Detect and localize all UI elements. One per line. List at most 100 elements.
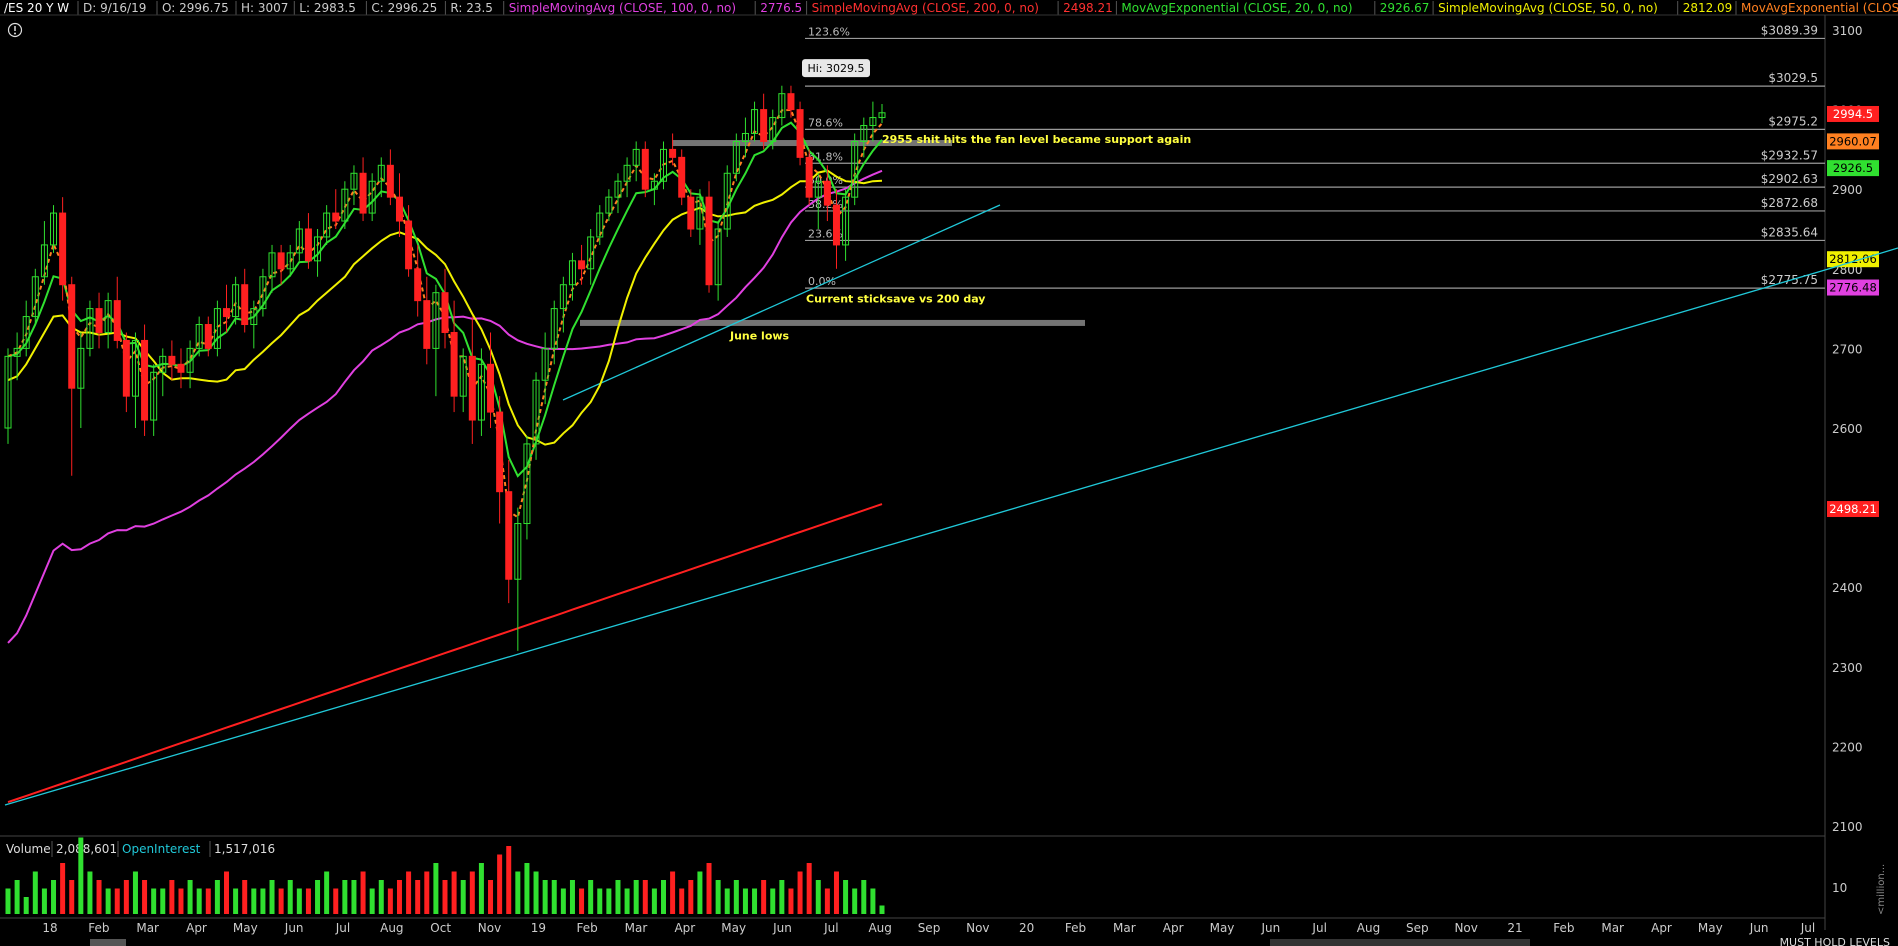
volume-bar [296, 888, 302, 914]
time-tick-label: Nov [966, 921, 989, 935]
candle-body [332, 212, 340, 222]
candle-body [359, 172, 367, 214]
volume-bar [14, 880, 20, 914]
price-tick-label: 2600 [1832, 422, 1863, 436]
candle-body [678, 156, 686, 198]
volume-bar [424, 871, 430, 914]
price-chart[interactable]: /ES 20 Y W D: 9/16/19 O: 2996.75 H: 3007 L: … [0, 0, 1898, 946]
candle-body [468, 355, 476, 421]
volume-bar [351, 880, 357, 914]
time-tick-label: Feb [1553, 921, 1574, 935]
time-tick-label: Feb [1065, 921, 1086, 935]
candle-body [796, 109, 804, 158]
volume-bar [770, 888, 776, 914]
header-item: /ES 20 Y W [4, 1, 69, 15]
volume-bar [606, 888, 612, 914]
volume-bar [442, 880, 448, 914]
candle-body [805, 156, 813, 198]
candle-body [122, 339, 130, 397]
fib-level-price: $2932.57 [1761, 148, 1818, 162]
candle-body [59, 212, 67, 286]
volume-bar [706, 863, 712, 914]
time-tick-label: Aug [868, 921, 891, 935]
volume-bar [633, 880, 639, 914]
time-tick-label: May [721, 921, 746, 935]
volume-bar [96, 880, 102, 914]
price-badge-text: 2994.5 [1833, 107, 1873, 121]
volume-bar [396, 880, 402, 914]
candle-body [669, 148, 677, 158]
fib-level-pct: 0.0% [808, 275, 836, 288]
time-tick-label: Jul [1800, 921, 1815, 935]
price-badge-text: 2498.21 [1829, 502, 1877, 516]
candle-body [641, 148, 649, 190]
volume-bar [387, 888, 393, 914]
price-badge-text: 2776.48 [1829, 281, 1877, 295]
time-tick-label: Feb [577, 921, 598, 935]
volume-bar [287, 880, 293, 914]
candle-body [141, 339, 149, 421]
header-item: R: 23.5 [450, 1, 493, 15]
time-tick-label: Apr [1651, 921, 1672, 935]
volume-bar [41, 888, 47, 914]
annotation-label: June lows [729, 330, 790, 343]
volume-bar [78, 837, 84, 914]
header-item: MovAvgExponential (CLOSE, 20, 0, no) [1121, 1, 1352, 15]
volume-bar [233, 888, 239, 914]
volume-bar [260, 888, 266, 914]
candle-body [168, 355, 176, 365]
header-item: H: 3007 [241, 1, 288, 15]
volume-bar [715, 880, 721, 914]
volume-bar [178, 888, 184, 914]
time-tick-label: Jul [823, 921, 838, 935]
volume-bar [378, 880, 384, 914]
volume-bar [506, 846, 512, 914]
fib-level-price: $3029.5 [1768, 71, 1818, 85]
candle-body [705, 196, 713, 286]
volume-bar [515, 871, 521, 914]
volume-bar [415, 880, 421, 914]
volume-bar [697, 871, 703, 914]
volume-bar [142, 880, 148, 914]
volume-tick-label: 10 [1832, 881, 1847, 895]
candle-body [95, 308, 103, 333]
time-tick-label: Jun [1260, 921, 1280, 935]
volume-bar [533, 871, 539, 914]
volume-bar [661, 880, 666, 914]
volume-bar [724, 888, 730, 914]
chart-header: /ES 20 Y W D: 9/16/19 O: 2996.75 H: 3007 L: … [4, 1, 1898, 15]
price-tick-label: 2300 [1832, 661, 1863, 675]
candle-body [423, 300, 431, 349]
time-tick-label: Jun [284, 921, 304, 935]
volume-label: Volume [6, 842, 51, 856]
volume-bar [369, 888, 375, 914]
price-tick-label: 2400 [1832, 581, 1863, 595]
support-zone [580, 319, 1085, 326]
volume-bar [305, 888, 311, 914]
candle-body [68, 284, 76, 389]
price-badge-text: 2960.07 [1829, 134, 1877, 148]
time-tick-label: Jun [1749, 921, 1769, 935]
volume-bar [406, 871, 412, 914]
fib-level-price: $2835.64 [1761, 225, 1818, 239]
volume-bar [224, 871, 229, 914]
time-tick-label: Aug [380, 921, 403, 935]
price-badge-text: 2812.06 [1829, 252, 1877, 266]
price-tick-label: 2100 [1832, 820, 1863, 834]
candle-body [395, 196, 403, 222]
volume-bar [742, 888, 748, 914]
volume-bar [123, 880, 129, 914]
volume-bar [560, 888, 566, 914]
time-tick-label: May [1210, 921, 1235, 935]
candle-body [832, 204, 840, 246]
volume-bar [651, 888, 657, 914]
volume-bar [870, 888, 876, 914]
price-tick-label: 2700 [1832, 342, 1863, 356]
volume-bar [478, 863, 484, 914]
volume-bar [788, 888, 794, 914]
candle-body [277, 252, 285, 270]
fib-level-price: $2872.68 [1761, 196, 1818, 210]
candle-body [405, 220, 413, 270]
candle-body [414, 268, 422, 302]
time-tick-label: Nov [478, 921, 501, 935]
